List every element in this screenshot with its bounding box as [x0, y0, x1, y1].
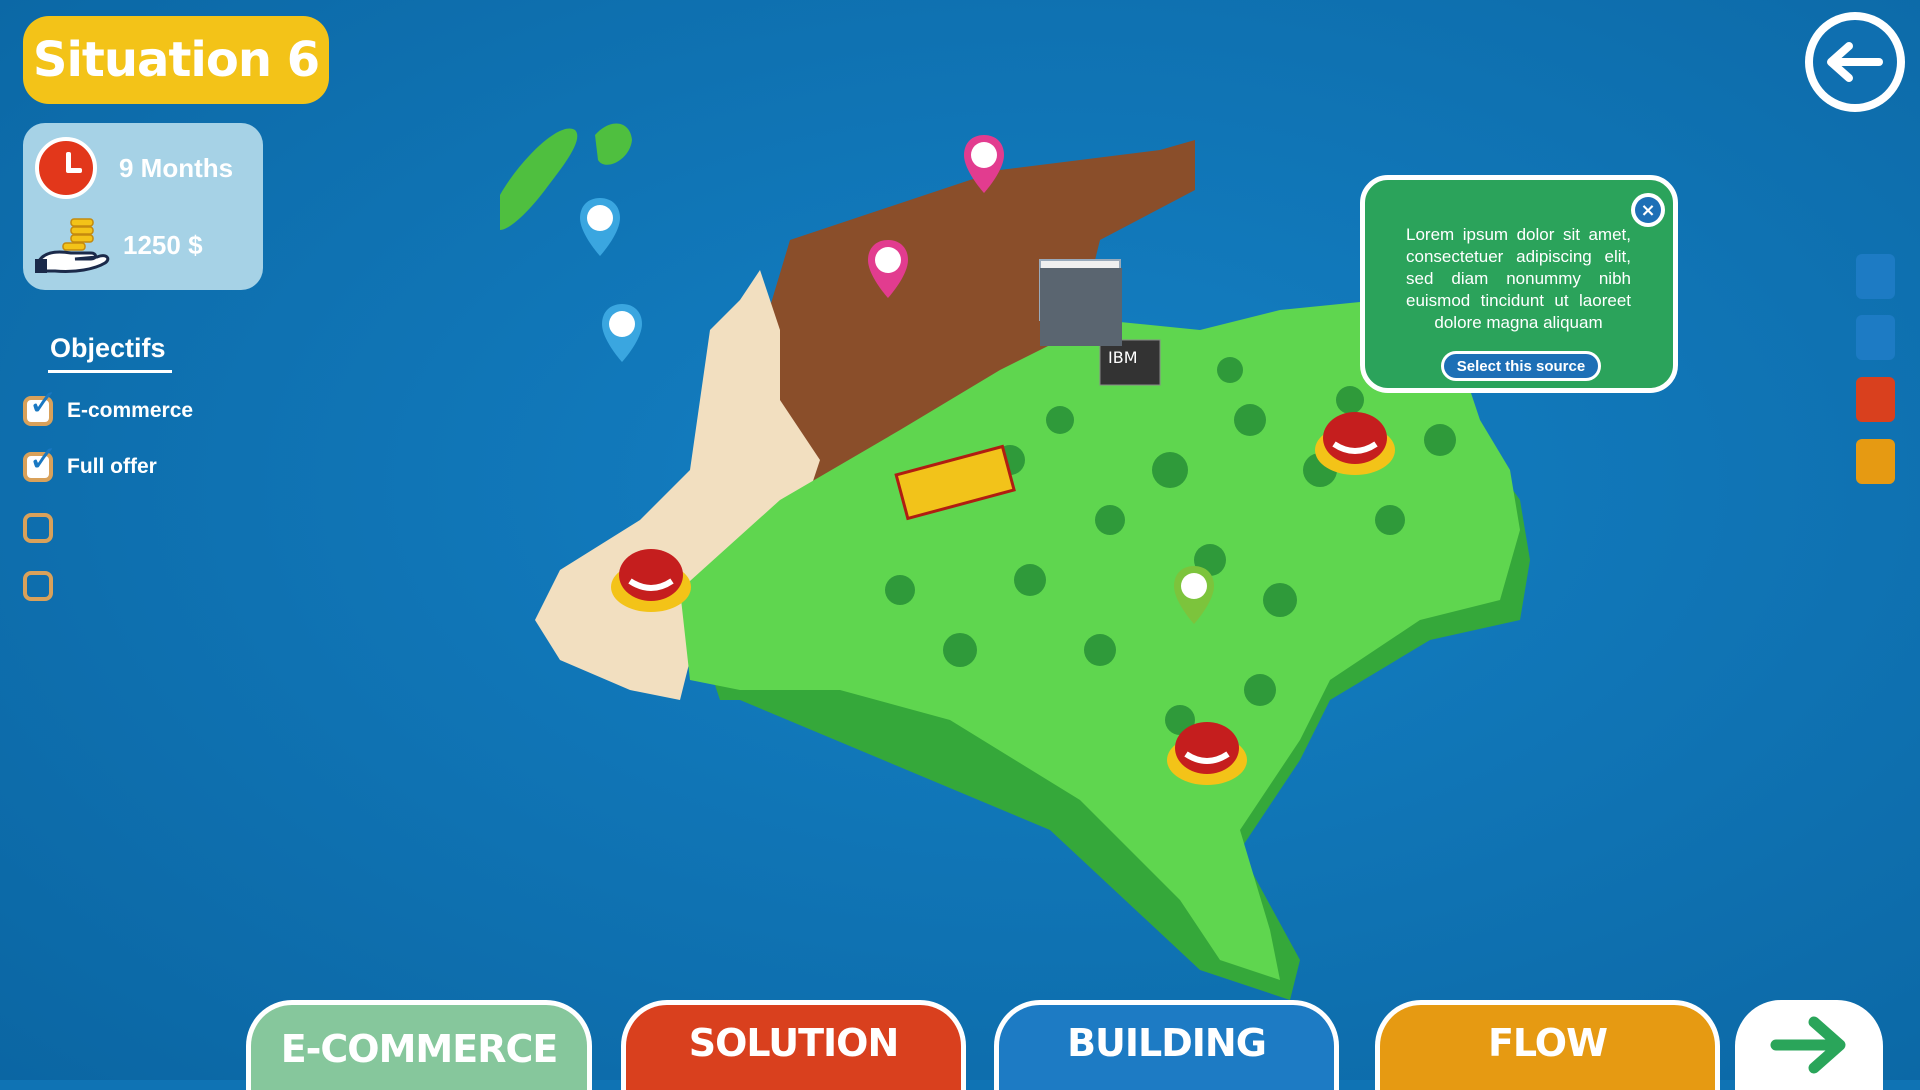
arrow-right-icon [1770, 1016, 1846, 1074]
close-button[interactable]: × [1631, 193, 1665, 227]
objective-checkbox[interactable]: ✓ [23, 442, 58, 482]
source-popup: × Lorem ipsum dolor sit amet, consectetu… [1360, 175, 1678, 393]
side-tab[interactable] [1856, 315, 1895, 360]
objectives-underline [48, 370, 172, 373]
duration-row: 9 Months [35, 137, 233, 199]
budget-row: 1250 $ [35, 215, 203, 275]
checkmark-icon: ✓ [28, 439, 59, 480]
next-button[interactable] [1735, 1000, 1883, 1090]
objective-label: E-commerce [67, 399, 194, 422]
objective-label: Full offer [67, 455, 157, 478]
stats-panel: 9 Months 1250 $ [23, 123, 263, 290]
side-tab[interactable] [1856, 439, 1895, 484]
tab-flow[interactable]: FLOW [1375, 1000, 1720, 1090]
tab-ecommerce[interactable]: E-COMMERCE [246, 1000, 592, 1090]
location-pin[interactable] [578, 196, 622, 260]
objective-item[interactable]: ✓ Full offer [23, 442, 157, 482]
close-icon: × [1635, 197, 1661, 223]
checkmark-icon: ✓ [28, 383, 59, 424]
coins-hand-icon [35, 218, 110, 273]
svg-text:IBM: IBM [1108, 348, 1138, 367]
objective-checkbox[interactable]: ✓ [23, 386, 58, 426]
island [500, 128, 578, 230]
popup-text: Lorem ipsum dolor sit amet, consectetuer… [1406, 225, 1631, 332]
budget-value: 1250 $ [123, 229, 203, 260]
back-button[interactable] [1805, 12, 1905, 112]
side-tab[interactable] [1856, 254, 1895, 299]
map-marker[interactable] [610, 545, 692, 615]
page-title: Situation 6 [32, 32, 320, 88]
objective-item[interactable]: ✓ E-commerce [23, 386, 194, 426]
objective-checkbox[interactable] [23, 513, 53, 543]
arrow-left-icon [1827, 42, 1883, 82]
select-source-button[interactable]: Select this source [1441, 351, 1601, 381]
location-pin[interactable] [1172, 564, 1216, 628]
location-pin[interactable] [600, 302, 644, 366]
objective-item[interactable] [23, 513, 67, 543]
island [595, 123, 632, 165]
tab-label: E-COMMERCE [280, 1027, 559, 1071]
clock-icon [35, 137, 97, 199]
duration-value: 9 Months [119, 152, 234, 183]
situation-title-badge: Situation 6 [23, 16, 329, 104]
country-map: hp IBM [500, 123, 1530, 1000]
map-marker[interactable] [1166, 718, 1248, 788]
game-stage: hp IBM [0, 0, 1920, 1080]
objective-checkbox[interactable] [23, 571, 53, 601]
side-tab[interactable] [1856, 377, 1895, 422]
tab-solution[interactable]: SOLUTION [621, 1000, 966, 1090]
tower-building [1040, 268, 1122, 346]
location-pin[interactable] [866, 238, 910, 302]
objective-item[interactable] [23, 571, 67, 601]
map-marker[interactable] [1314, 408, 1396, 478]
tab-building[interactable]: BUILDING [994, 1000, 1339, 1090]
objectives-title: Objectifs [50, 333, 166, 363]
location-pin[interactable] [962, 133, 1006, 197]
